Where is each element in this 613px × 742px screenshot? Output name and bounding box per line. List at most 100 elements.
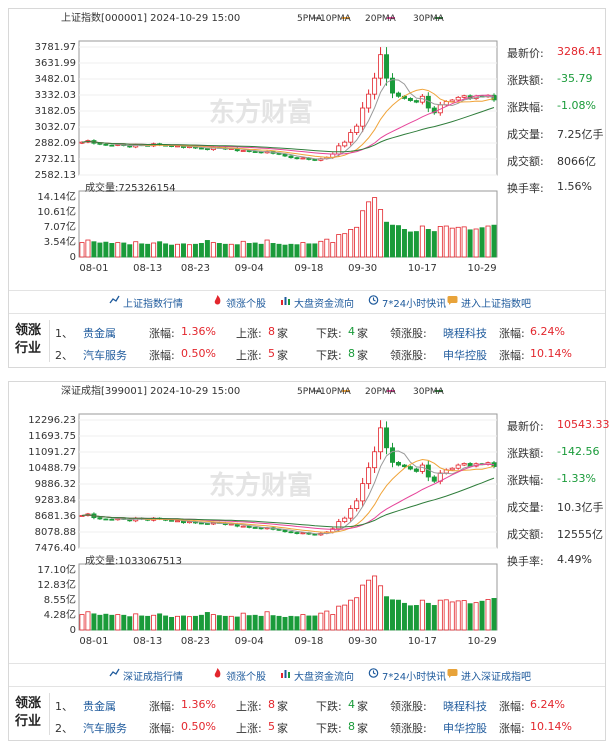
- down-count: 4: [348, 325, 355, 338]
- volume-bar: [175, 243, 181, 258]
- volume-bar: [419, 225, 425, 258]
- industry-link[interactable]: 贵金属: [83, 698, 116, 714]
- volume-bar: [395, 599, 401, 631]
- volume-bar: [222, 615, 228, 631]
- volume-bar: [222, 243, 228, 258]
- volume-bar: [151, 242, 157, 258]
- volume-bar: [336, 234, 342, 258]
- volume-bar: [467, 229, 473, 258]
- quick-link[interactable]: 大盘资金流向: [280, 295, 354, 310]
- volume-bar: [145, 243, 151, 258]
- volume-bar: [366, 201, 372, 258]
- candle-body: [378, 427, 384, 453]
- up-count: 5: [268, 720, 275, 733]
- quick-link[interactable]: 进入深证成指吧: [447, 668, 531, 683]
- candle-body: [395, 92, 401, 97]
- stat-label: 涨跌幅:: [507, 101, 544, 114]
- down-count-label: 下跌:: [316, 349, 342, 362]
- change-label: 涨幅:: [149, 327, 175, 340]
- candle-body: [360, 107, 366, 127]
- candle-body: [336, 145, 342, 155]
- x-tick-label: 08-23: [181, 263, 210, 274]
- volume-bar: [306, 243, 312, 258]
- up-count-label: 上涨:: [236, 700, 262, 713]
- volume-bar: [216, 615, 222, 631]
- volume-bar: [324, 610, 330, 631]
- price-tick-label: 10488.79: [28, 463, 76, 474]
- down-count: 4: [348, 698, 355, 711]
- ma-legend-label: 10PMA: [320, 14, 352, 24]
- brand-watermark: 东方财富: [209, 97, 313, 128]
- down-count-unit: 家: [357, 327, 368, 340]
- quick-link[interactable]: 7*24小时快讯: [368, 295, 446, 310]
- stat-label: 涨跌幅:: [507, 474, 544, 487]
- candle-body: [282, 529, 288, 533]
- quick-link-label: 7*24小时快讯: [382, 672, 447, 683]
- candle-body: [366, 93, 372, 109]
- leading-stock-link[interactable]: 申华控股: [443, 347, 487, 363]
- leading-stock-link[interactable]: 申华控股: [443, 720, 487, 736]
- volume-bar: [473, 602, 479, 631]
- candle-body: [246, 525, 252, 528]
- stat-label: 成交量:: [507, 501, 544, 514]
- down-count-label: 下跌:: [316, 700, 342, 713]
- quick-link[interactable]: 进入上证指数吧: [447, 295, 531, 310]
- volume-bar: [491, 224, 497, 258]
- x-tick-label: 08-13: [133, 263, 162, 274]
- volume-tick-label: 8.55亿: [44, 593, 76, 606]
- volume-bar: [115, 242, 121, 258]
- x-tick-label: 10-17: [408, 263, 437, 274]
- candle-body: [252, 527, 258, 529]
- quick-link[interactable]: 深证成指行情: [109, 668, 183, 683]
- stat-label: 换手率:: [507, 555, 544, 568]
- volume-bar: [270, 615, 276, 631]
- volume-bar: [192, 243, 198, 258]
- industry-rank: 2、: [55, 722, 73, 735]
- quick-link[interactable]: 领涨个股: [212, 295, 266, 310]
- industry-link[interactable]: 汽车服务: [83, 347, 127, 363]
- stat-label: 最新价:: [507, 420, 544, 433]
- volume-bar: [437, 599, 443, 631]
- volume-bar: [228, 243, 234, 258]
- leading-stock-link[interactable]: 晓程科技: [443, 698, 487, 714]
- candle-body: [372, 77, 378, 95]
- volume-bar: [91, 241, 97, 258]
- price-tick-label: 7476.40: [35, 543, 76, 554]
- volume-bar: [282, 616, 288, 631]
- volume-bar: [318, 612, 324, 631]
- volume-bar: [157, 241, 163, 258]
- candle-body: [109, 144, 115, 147]
- quick-link[interactable]: 上证指数行情: [109, 295, 183, 310]
- ma-legend-label: 10PMA: [320, 387, 352, 397]
- volume-bar: [342, 233, 348, 258]
- quick-link[interactable]: 7*24小时快讯: [368, 668, 446, 683]
- price-tick-label: 3631.99: [35, 58, 76, 69]
- volume-bar: [366, 579, 372, 631]
- volume-bar: [485, 599, 491, 631]
- industry-link[interactable]: 汽车服务: [83, 720, 127, 736]
- volume-bar: [306, 615, 312, 631]
- volume-bar: [342, 604, 348, 631]
- volume-bar: [407, 231, 413, 258]
- volume-bar: [258, 615, 264, 631]
- volume-bar: [181, 615, 186, 631]
- volume-bar: [198, 614, 204, 631]
- industry-link[interactable]: 贵金属: [83, 325, 116, 341]
- volume-bar: [437, 226, 443, 258]
- quick-link[interactable]: 领涨个股: [212, 668, 266, 683]
- leading-stock-link[interactable]: 晓程科技: [443, 325, 487, 341]
- quick-link[interactable]: 大盘资金流向: [280, 668, 354, 683]
- volume-bar: [192, 615, 198, 631]
- stat-row: 换手率: 1.56%: [503, 180, 607, 196]
- volume-bar: [169, 616, 175, 631]
- leading-stock-label: 领涨股:: [390, 700, 427, 713]
- candle-body: [312, 533, 318, 536]
- volume-bar: [336, 605, 342, 631]
- candle-body: [378, 54, 384, 79]
- stock-change-label: 涨幅:: [499, 722, 525, 735]
- candle-body: [354, 125, 360, 133]
- stat-label: 换手率:: [507, 182, 544, 195]
- volume-bar: [455, 226, 461, 258]
- candle-body: [366, 467, 372, 485]
- ma-legend-label: 30PMA: [413, 14, 445, 24]
